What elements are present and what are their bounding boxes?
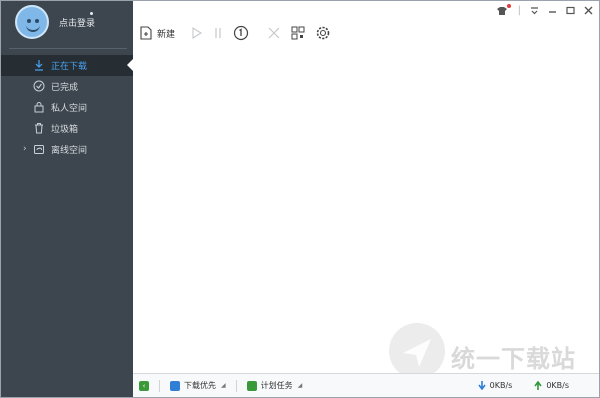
divider bbox=[159, 379, 160, 392]
lock-icon bbox=[34, 102, 44, 113]
new-task-label: 新建 bbox=[157, 29, 176, 40]
sidebar-divider bbox=[9, 48, 127, 49]
sidebar-item-label: 已完成 bbox=[51, 83, 79, 93]
sidebar-item-private-space[interactable]: 私人空间 bbox=[1, 97, 133, 118]
qr-code-icon[interactable] bbox=[291, 23, 305, 43]
sidebar-item-label: 离线空间 bbox=[51, 146, 88, 156]
caret-down-icon: ◢ bbox=[221, 382, 226, 389]
app-window: 点击登录 正在下载 已完成 私人空间 垃圾箱 › 离线空间 | 新建 统一下载站… bbox=[0, 0, 600, 398]
maximize-icon[interactable] bbox=[566, 6, 575, 15]
sidebar-item-trash[interactable]: 垃圾箱 bbox=[1, 118, 133, 139]
download-icon bbox=[35, 60, 43, 71]
download-priority-button[interactable]: 下载优先 ◢ bbox=[170, 380, 226, 391]
upload-speed-value: 0KB/s bbox=[546, 381, 569, 390]
trash-icon bbox=[35, 123, 43, 134]
arrow-down-icon bbox=[477, 381, 486, 390]
new-file-icon bbox=[140, 26, 152, 40]
sidebar-item-label: 正在下载 bbox=[51, 62, 88, 72]
sidebar-item-offline-space[interactable]: › 离线空间 bbox=[1, 139, 133, 160]
sidebar-item-label: 垃圾箱 bbox=[51, 125, 79, 135]
chevron-right-icon[interactable]: › bbox=[23, 144, 27, 154]
new-task-button[interactable]: 新建 bbox=[139, 23, 175, 43]
check-circle-icon bbox=[33, 80, 45, 92]
caret-down-icon: ◢ bbox=[297, 382, 303, 389]
schedule-task-button[interactable]: 计划任务 ◢ bbox=[246, 380, 303, 391]
sidebar-nav: 正在下载 已完成 私人空间 垃圾箱 › 离线空间 bbox=[1, 55, 133, 160]
menu-icon[interactable] bbox=[530, 6, 539, 15]
close-icon[interactable] bbox=[584, 6, 593, 15]
notification-dot bbox=[506, 3, 511, 8]
download-speed: 0KB/s bbox=[477, 381, 513, 390]
download-priority-label: 下载优先 bbox=[184, 381, 216, 390]
collapse-sidebar-button[interactable]: ‹ bbox=[139, 380, 149, 391]
login-link[interactable]: 点击登录 bbox=[59, 16, 95, 29]
window-separator: | bbox=[517, 5, 521, 16]
status-bar: ‹ 下载优先 ◢ 计划任务 ◢ 0KB/s 0KB/s bbox=[133, 373, 599, 397]
cloud-folder-icon bbox=[34, 145, 44, 154]
watermark-text: 统一下载站 bbox=[451, 345, 576, 373]
minimize-icon[interactable] bbox=[548, 6, 557, 15]
settings-icon[interactable] bbox=[315, 23, 331, 43]
sidebar-item-downloading[interactable]: 正在下载 bbox=[1, 55, 133, 76]
sidebar-item-completed[interactable]: 已完成 bbox=[1, 76, 133, 97]
avatar-eye-left bbox=[27, 19, 31, 23]
arrow-up-icon bbox=[534, 381, 542, 390]
sidebar-item-label: 私人空间 bbox=[51, 104, 88, 114]
schedule-icon bbox=[246, 380, 257, 391]
delete-icon[interactable] bbox=[267, 23, 281, 43]
schedule-task-label: 计划任务 bbox=[260, 381, 293, 390]
avatar-eye-right bbox=[35, 19, 39, 23]
profile-area: 点击登录 bbox=[1, 1, 133, 49]
skin-icon[interactable] bbox=[495, 3, 511, 16]
speed-indicators: 0KB/s 0KB/s bbox=[477, 381, 599, 390]
avatar[interactable] bbox=[15, 5, 49, 39]
download-priority-icon bbox=[170, 380, 180, 391]
avatar-mouth bbox=[26, 25, 40, 32]
collapse-icon: ‹ bbox=[139, 380, 149, 391]
toolbar: 新建 bbox=[139, 23, 341, 43]
pause-icon[interactable] bbox=[213, 23, 223, 43]
login-indicator-dot bbox=[90, 12, 93, 15]
sidebar: 点击登录 正在下载 已完成 私人空间 垃圾箱 › 离线空间 bbox=[1, 1, 133, 397]
watermark-logo bbox=[389, 323, 445, 379]
divider bbox=[235, 379, 237, 392]
download-speed-value: 0KB/s bbox=[489, 381, 513, 390]
window-controls: | bbox=[495, 3, 593, 16]
play-icon[interactable] bbox=[191, 23, 203, 43]
upload-speed: 0KB/s bbox=[534, 381, 569, 390]
speed-limit-icon[interactable] bbox=[233, 23, 249, 43]
